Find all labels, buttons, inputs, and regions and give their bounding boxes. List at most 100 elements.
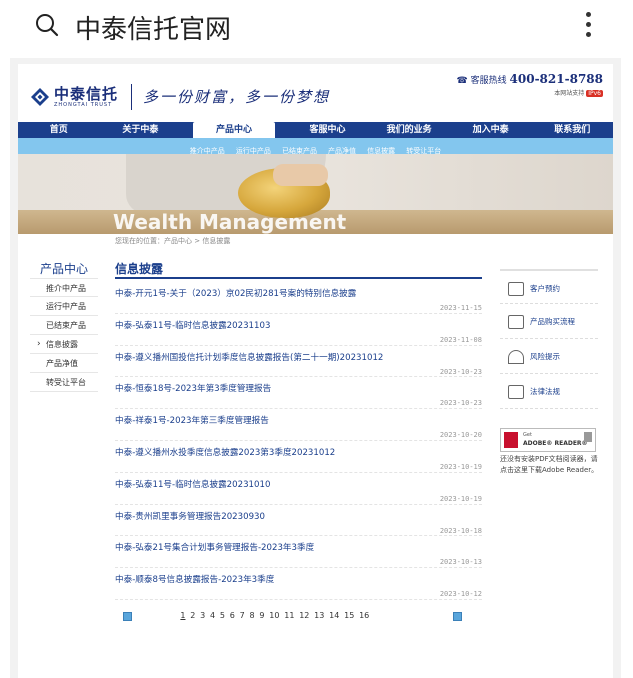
list-item-title[interactable]: 中泰-遵义播州水投季度信息披露2023第3季度20231012 xyxy=(115,446,335,458)
banner-image: Wealth Management xyxy=(18,154,613,234)
list-item[interactable]: 中泰-祥泰1号-2023年第三季度管理报告 2023-10-20 xyxy=(115,409,482,441)
calendar-icon xyxy=(508,282,524,296)
adobe-reader-button[interactable]: Get ADOBE® READER® xyxy=(500,428,596,452)
list-item[interactable]: 中泰-顺泰8号信息披露报告-2023年3季度 2023-10-12 xyxy=(115,568,482,600)
umbrella-icon xyxy=(508,350,524,364)
adobe-get-text: Get xyxy=(523,432,532,438)
page-title: 中泰信托官网 xyxy=(75,15,232,45)
pagination: 1 2 3 4 5 6 7 8 9 10 11 12 13 14 15 16 xyxy=(115,611,482,624)
list-item-title[interactable]: 中泰-弘泰21号集合计划事务管理报告-2023年3季度 xyxy=(115,541,314,553)
list-item-title[interactable]: 中泰-弘泰11号-临时信息披露20231010 xyxy=(115,478,270,490)
chart-icon xyxy=(508,315,524,329)
section-divider xyxy=(115,277,482,279)
list-item-title[interactable]: 中泰-祥泰1号-2023年第三季度管理报告 xyxy=(115,414,269,426)
logo-diamond-icon xyxy=(30,87,50,107)
sidebar-menu: 推介中产品 运行中产品 已结束产品 信息披露 产品净值 转受让平台 xyxy=(30,278,98,392)
list-item[interactable]: 中泰-弘泰11号-临时信息披露20231103 2023-11-08 xyxy=(115,314,482,346)
book-icon xyxy=(508,385,524,399)
nav-service[interactable]: 客服中心 xyxy=(287,122,369,138)
right-link-purchase-flow[interactable]: 产品购买流程 xyxy=(500,304,598,339)
page-number[interactable]: 15 xyxy=(344,611,354,620)
sidebar-item-active[interactable]: 信息披露 xyxy=(30,335,98,354)
list-item-date: 2023-10-19 xyxy=(439,494,482,503)
list-item[interactable]: 中泰-弘泰11号-临时信息披露20231010 2023-10-19 xyxy=(115,473,482,505)
right-link-label: 产品购买流程 xyxy=(530,317,575,326)
list-item-date: 2023-11-08 xyxy=(439,335,482,344)
download-icon xyxy=(584,432,592,442)
hotline: ☎ 客服热线 400-821-8788 本网站支持 IPv6 xyxy=(457,72,603,97)
prev-page-button[interactable] xyxy=(123,612,132,621)
adobe-download-note[interactable]: 还没有安装PDF文档阅读器，请点击这里下载Adobe Reader。 xyxy=(500,454,600,476)
sidebar-item[interactable]: 转受让平台 xyxy=(30,373,98,392)
sidebar-item[interactable]: 已结束产品 xyxy=(30,316,98,335)
sidebar-item[interactable]: 产品净值 xyxy=(30,354,98,373)
more-options-icon[interactable] xyxy=(583,12,593,42)
list-item-title[interactable]: 中泰-顺泰8号信息披露报告-2023年3季度 xyxy=(115,573,274,585)
main-nav: 首页 关于中泰 产品中心 客服中心 我们的业务 加入中泰 联系我们 xyxy=(18,122,613,138)
nav-about[interactable]: 关于中泰 xyxy=(100,122,182,138)
page-number[interactable]: 4 xyxy=(210,611,215,620)
page-number[interactable]: 14 xyxy=(329,611,339,620)
right-link-law[interactable]: 法律法规 xyxy=(500,374,598,409)
next-page-button[interactable] xyxy=(453,612,462,621)
phone-icon: ☎ xyxy=(456,76,468,86)
nav-business[interactable]: 我们的业务 xyxy=(368,122,450,138)
list-item-date: 2023-10-23 xyxy=(439,367,482,376)
list-item[interactable]: 中泰-弘泰21号集合计划事务管理报告-2023年3季度 2023-10-13 xyxy=(115,536,482,569)
hotline-label: 客服热线 xyxy=(470,76,507,86)
right-sidebar: 客户预约 产品购买流程 风险提示 法律法规 xyxy=(500,269,598,409)
list-item-title[interactable]: 中泰-开元1号-关于（2023）京02民初281号案的特别信息披露 xyxy=(115,287,356,299)
page-number[interactable]: 12 xyxy=(299,611,309,620)
sub-nav: 推介中产品 运行中产品 已结束产品 产品净值 信息披露 转受让平台 xyxy=(18,138,613,155)
adobe-name-text: ADOBE® READER® xyxy=(523,440,588,447)
page-number[interactable]: 6 xyxy=(230,611,235,620)
page-number[interactable]: 3 xyxy=(200,611,205,620)
right-link-label: 法律法规 xyxy=(530,387,560,396)
list-item-date: 2023-10-19 xyxy=(439,462,482,471)
logo-chinese-text: 中泰信托 xyxy=(54,85,119,103)
header-divider xyxy=(131,84,132,110)
list-item-date: 2023-11-15 xyxy=(439,304,482,312)
list-item[interactable]: 中泰-开元1号-关于（2023）京02民初281号案的特别信息披露 2023-11… xyxy=(115,282,482,314)
list-item-title[interactable]: 中泰-恒泰18号-2023年第3季度管理报告 xyxy=(115,382,271,394)
list-item[interactable]: 中泰-恒泰18号-2023年第3季度管理报告 2023-10-23 xyxy=(115,377,482,410)
list-item[interactable]: 中泰-遵义播州国投信托计划季度信息披露报告(第二十一期)20231012 2023… xyxy=(115,346,482,378)
nav-join[interactable]: 加入中泰 xyxy=(450,122,532,138)
list-item[interactable]: 中泰-遵义播州水投季度信息披露2023第3季度20231012 2023-10-1… xyxy=(115,441,482,473)
list-item-date: 2023-10-18 xyxy=(439,526,482,535)
list-item-title[interactable]: 中泰-遵义播州国投信托计划季度信息披露报告(第二十一期)20231012 xyxy=(115,351,383,363)
search-icon[interactable] xyxy=(35,13,59,37)
right-link-appointment[interactable]: 客户预约 xyxy=(500,269,598,304)
page-number[interactable]: 11 xyxy=(284,611,294,620)
list-item[interactable]: 中泰-贵州凯里事务管理报告20230930 2023-10-18 xyxy=(115,505,482,537)
list-item-date: 2023-10-23 xyxy=(439,399,482,408)
logo-english-text: ZHONGTAI TRUST xyxy=(54,102,113,108)
ipv6-note: 本网站支持 xyxy=(554,90,585,97)
page-number[interactable]: 10 xyxy=(269,611,279,620)
site-logo[interactable]: 中泰信托 ZHONGTAI TRUST xyxy=(30,82,118,112)
page-number[interactable]: 16 xyxy=(359,611,369,620)
list-item-date: 2023-10-12 xyxy=(439,590,482,599)
sidebar-item[interactable]: 运行中产品 xyxy=(30,297,98,316)
page-number[interactable]: 9 xyxy=(259,611,264,620)
page-number[interactable]: 5 xyxy=(220,611,225,620)
sidebar-item[interactable]: 推介中产品 xyxy=(30,278,98,297)
right-link-label: 客户预约 xyxy=(530,284,560,293)
nav-products[interactable]: 产品中心 xyxy=(193,122,275,138)
page-number[interactable]: 8 xyxy=(250,611,255,620)
page-number[interactable]: 7 xyxy=(240,611,245,620)
nav-contact[interactable]: 联系我们 xyxy=(531,122,613,138)
page-number[interactable]: 2 xyxy=(190,611,195,620)
page-numbers: 1 2 3 4 5 6 7 8 9 10 11 12 13 14 15 16 xyxy=(178,611,372,620)
page-number-current[interactable]: 1 xyxy=(180,611,185,620)
webpage: 中泰信托 ZHONGTAI TRUST 多一份财富，多一份梦想 ☎ 客服热线 4… xyxy=(18,64,613,678)
slogan: 多一份财富，多一份梦想 xyxy=(143,88,331,106)
page-number[interactable]: 13 xyxy=(314,611,324,620)
list-item-date: 2023-10-13 xyxy=(439,558,482,567)
right-link-risk[interactable]: 风险提示 xyxy=(500,339,598,374)
list-item-title[interactable]: 中泰-贵州凯里事务管理报告20230930 xyxy=(115,510,265,522)
webpage-frame: 中泰信托 ZHONGTAI TRUST 多一份财富，多一份梦想 ☎ 客服热线 4… xyxy=(10,58,621,678)
nav-home[interactable]: 首页 xyxy=(18,122,100,138)
list-item-title[interactable]: 中泰-弘泰11号-临时信息披露20231103 xyxy=(115,319,270,331)
ipv6-badge: IPv6 xyxy=(586,90,603,97)
